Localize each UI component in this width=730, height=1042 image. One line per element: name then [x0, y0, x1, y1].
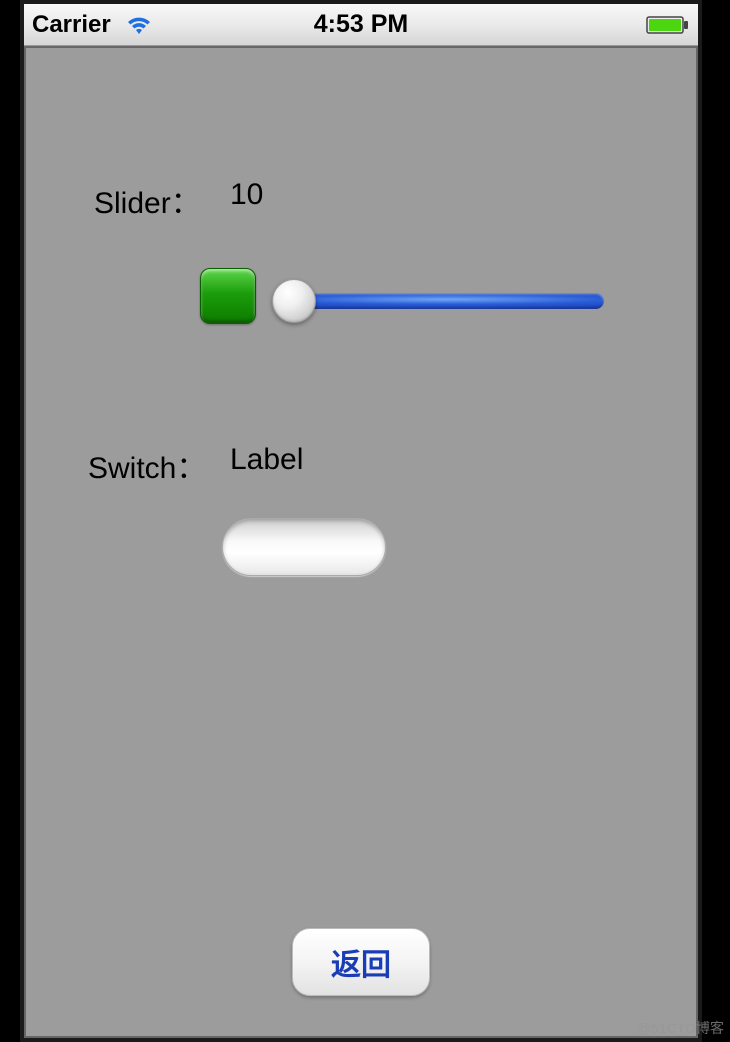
content-area: Slider： 10 Switch： Label 返回: [24, 46, 698, 1038]
wifi-icon: [123, 13, 155, 37]
back-button-label: 返回: [331, 940, 391, 984]
switch-control[interactable]: [222, 518, 386, 576]
slider-track: [290, 293, 604, 309]
back-button[interactable]: 返回: [292, 928, 430, 996]
slider-label: Slider：: [94, 178, 201, 222]
slider-min-icon: [200, 268, 256, 324]
status-time: 4:53 PM: [314, 10, 408, 39]
status-bar: Carrier 4:53 PM: [24, 4, 698, 46]
slider-value-label: 10: [230, 178, 263, 212]
switch-value-label: Label: [230, 443, 303, 477]
switch-label: Switch：: [88, 443, 206, 487]
carrier-label: Carrier: [32, 11, 111, 39]
slider-control[interactable]: [272, 286, 604, 316]
device-frame: Carrier 4:53 PM Slider： 10 Switch： Label: [20, 0, 702, 1042]
slider-thumb[interactable]: [272, 279, 316, 323]
watermark: @51CTO博客: [637, 1018, 724, 1038]
battery-icon: [646, 15, 690, 35]
